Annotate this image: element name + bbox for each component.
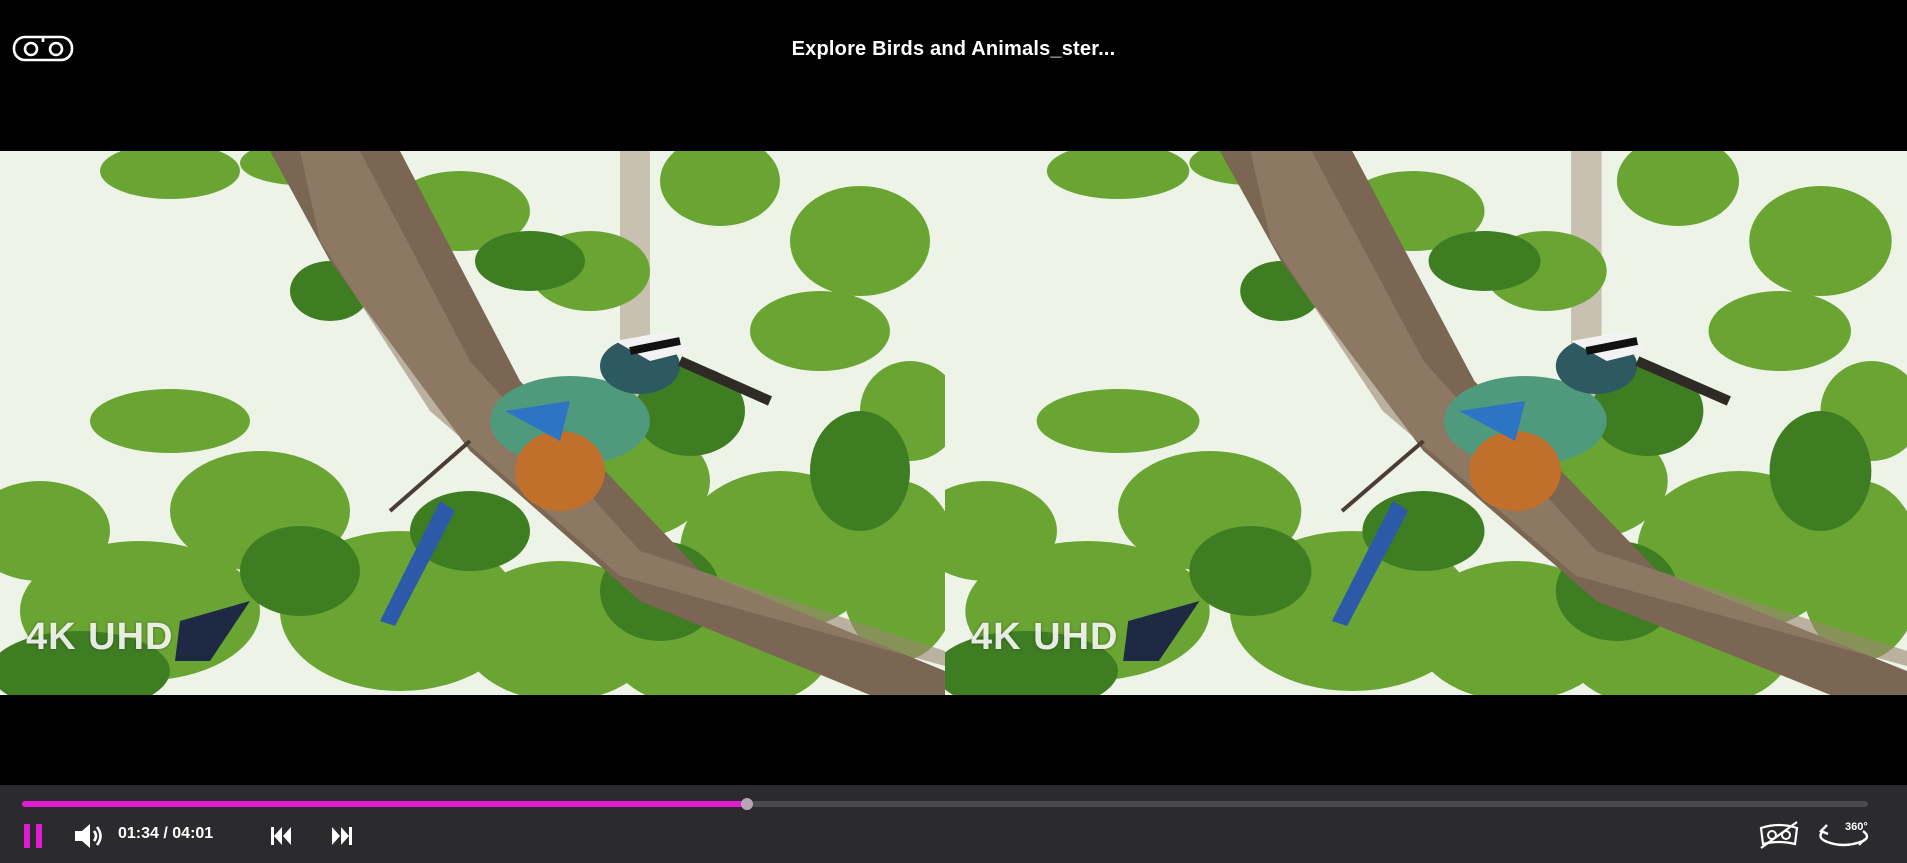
360-view-button[interactable]: 360° — [1815, 817, 1871, 853]
360-view-icon: 360° — [1818, 821, 1869, 847]
player-controls: 01:34 / 04:01 360° — [0, 785, 1907, 863]
time-display: 01:34 / 04:01 — [118, 825, 213, 843]
previous-button[interactable] — [268, 823, 294, 849]
progress-bar[interactable] — [22, 798, 1868, 810]
duration: 04:01 — [172, 825, 214, 842]
bird-scene-image — [945, 151, 1907, 695]
volume-icon — [75, 824, 102, 848]
right-uhd-watermark: 4K UHD — [971, 616, 1119, 658]
3d-off-icon — [1759, 821, 1799, 849]
skip-previous-icon — [271, 827, 291, 845]
right-eye-view: 4K UHD — [945, 151, 1907, 695]
next-button[interactable] — [329, 823, 355, 849]
pause-icon — [24, 824, 42, 848]
pause-button[interactable] — [20, 821, 46, 851]
volume-button[interactable] — [72, 821, 106, 851]
skip-next-icon — [332, 827, 352, 845]
time-separator: / — [158, 825, 173, 842]
progress-thumb[interactable] — [741, 798, 754, 810]
current-time: 01:34 — [118, 825, 159, 842]
progress-fill — [22, 801, 748, 807]
360-view-label: 360° — [1845, 821, 1868, 833]
video-title: Explore Birds and Animals_ster... — [791, 38, 1116, 60]
bird-scene-image — [0, 151, 945, 695]
stereo-toggle-button[interactable] — [1757, 818, 1801, 852]
left-eye-view: 4K UHD — [0, 151, 945, 695]
top-bar: Explore Birds and Animals_ster... — [0, 0, 1907, 100]
left-uhd-watermark: 4K UHD — [26, 616, 174, 658]
video-frame[interactable]: 4K UHD 4K UHD — [0, 151, 1907, 695]
